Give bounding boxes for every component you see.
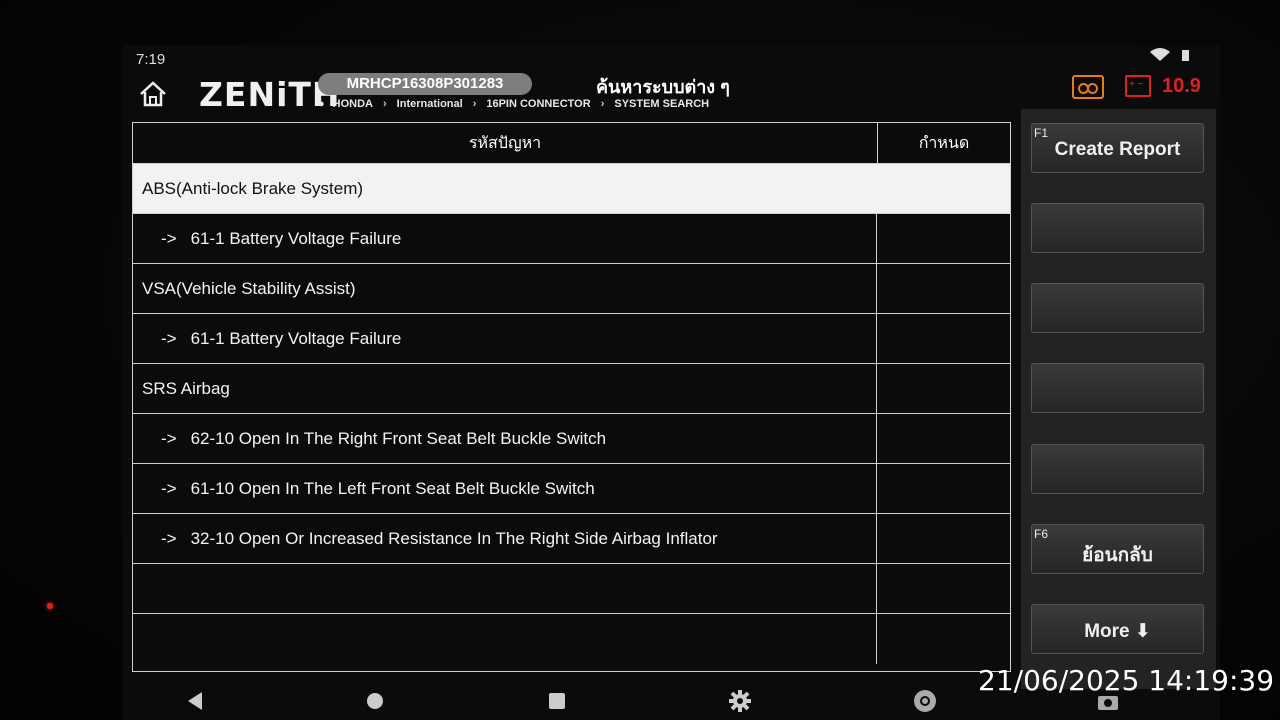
- function-button-label: Create Report: [1054, 139, 1181, 160]
- definition-cell: [877, 214, 1010, 263]
- page-title: ค้นหาระบบต่าง ๆ: [596, 77, 730, 97]
- code-text: 61-1 Battery Voltage Failure: [190, 328, 402, 348]
- vin-badge: MRHCP16308P301283: [318, 73, 532, 95]
- definition-cell: [877, 164, 1010, 213]
- code-cell: [133, 564, 877, 613]
- fault-code-row[interactable]: -> 32-10 Open Or Increased Resistance In …: [133, 514, 1010, 564]
- definition-cell: [877, 364, 1010, 413]
- definition-cell: [877, 514, 1010, 563]
- code-cell: -> 61-1 Battery Voltage Failure: [133, 214, 877, 263]
- definition-cell: [877, 564, 1010, 613]
- function-key-panel: F1 Create Report F6 ย้อนกลับ More ⬇: [1021, 109, 1216, 689]
- back-button[interactable]: F6 ย้อนกลับ: [1031, 524, 1204, 574]
- code-text: ABS(Anti-lock Brake System): [142, 178, 364, 198]
- code-text: 61-10 Open In The Left Front Seat Belt B…: [190, 478, 595, 498]
- recorder-icon[interactable]: [1072, 75, 1104, 99]
- function-key-label: F1: [1034, 126, 1049, 140]
- column-header-definition: กำหนด: [918, 134, 970, 152]
- system-row[interactable]: SRS Airbag: [133, 364, 1010, 414]
- f2-button[interactable]: [1031, 203, 1204, 253]
- chevron-right-icon: ›: [600, 98, 605, 110]
- battery-voltage: 10.9: [1162, 75, 1201, 97]
- definition-cell: [877, 314, 1010, 363]
- arrow-icon: ->: [161, 328, 177, 348]
- chevron-right-icon: ›: [383, 98, 387, 110]
- back-icon[interactable]: [182, 688, 208, 714]
- function-button-label: ย้อนกลับ: [1082, 545, 1153, 566]
- empty-row: [133, 614, 1010, 664]
- table-header-row: รหัสปัญหา กำหนด: [133, 123, 1010, 164]
- create-report-button[interactable]: F1 Create Report: [1031, 123, 1204, 173]
- fault-code-row[interactable]: -> 61-1 Battery Voltage Failure: [133, 314, 1010, 364]
- photo-timestamp: 21/06/2025 14:19:39: [978, 664, 1275, 697]
- fault-code-row[interactable]: -> 61-10 Open In The Left Front Seat Belt…: [133, 464, 1010, 514]
- breadcrumb-item-region[interactable]: International: [397, 98, 463, 110]
- status-bar: 7:19: [122, 45, 1220, 71]
- chrome-icon[interactable]: [912, 688, 938, 714]
- definition-cell: [877, 264, 1010, 313]
- code-cell: [133, 614, 877, 664]
- code-text: SRS Airbag: [142, 378, 230, 398]
- breadcrumb-item-make[interactable]: HONDA: [333, 98, 373, 110]
- code-cell: -> 61-1 Battery Voltage Failure: [133, 314, 877, 363]
- code-text: VSA(Vehicle Stability Assist): [142, 278, 356, 298]
- home-icon[interactable]: [136, 77, 170, 111]
- breadcrumb-item-current: SYSTEM SEARCH: [614, 98, 710, 110]
- breadcrumb: ● HONDA › International › 16PIN CONNECTO…: [318, 98, 709, 110]
- code-cell: ABS(Anti-lock Brake System): [133, 164, 877, 213]
- more-button[interactable]: More ⬇: [1031, 604, 1204, 654]
- function-key-label: F6: [1034, 527, 1049, 541]
- recents-square-icon[interactable]: [544, 688, 570, 714]
- breadcrumb-item-connector[interactable]: 16PIN CONNECTOR: [486, 98, 590, 110]
- f5-button[interactable]: [1031, 444, 1204, 494]
- dtc-table: รหัสปัญหา กำหนด ABS(Anti-lock Brake Syst…: [132, 122, 1011, 672]
- fault-code-row[interactable]: -> 62-10 Open In The Right Front Seat Bel…: [133, 414, 1010, 464]
- code-cell: SRS Airbag: [133, 364, 877, 413]
- code-text: 61-1 Battery Voltage Failure: [190, 228, 402, 248]
- code-cell: VSA(Vehicle Stability Assist): [133, 264, 877, 313]
- arrow-icon: ->: [161, 478, 177, 498]
- code-text: 32-10 Open Or Increased Resistance In Th…: [190, 528, 718, 548]
- tablet-screen: 7:19 ZENiTH MRHCP16308P301283 ค้นหาระบบต…: [122, 45, 1220, 720]
- indicator-led: [47, 603, 53, 609]
- status-clock: 7:19: [136, 51, 166, 68]
- chevron-right-icon: ›: [472, 98, 477, 110]
- home-circle-icon[interactable]: [362, 688, 388, 714]
- code-text: 62-10 Open In The Right Front Seat Belt …: [190, 428, 607, 448]
- code-cell: -> 61-10 Open In The Left Front Seat Belt…: [133, 464, 877, 513]
- function-button-label: More ⬇: [1084, 621, 1151, 642]
- arrow-icon: ->: [161, 228, 177, 248]
- code-cell: -> 62-10 Open In The Right Front Seat Bel…: [133, 414, 877, 463]
- arrow-icon: ->: [161, 428, 177, 448]
- fault-code-row[interactable]: -> 61-1 Battery Voltage Failure: [133, 214, 1010, 264]
- settings-gear-icon[interactable]: [727, 688, 753, 714]
- column-header-code: รหัสปัญหา: [133, 123, 878, 163]
- definition-cell: [877, 414, 1010, 463]
- location-pin-icon: ●: [318, 98, 325, 110]
- f3-button[interactable]: [1031, 283, 1204, 333]
- definition-cell: [877, 464, 1010, 513]
- system-row[interactable]: VSA(Vehicle Stability Assist): [133, 264, 1010, 314]
- system-row[interactable]: ABS(Anti-lock Brake System): [133, 164, 1010, 214]
- f4-button[interactable]: [1031, 363, 1204, 413]
- arrow-icon: ->: [161, 528, 177, 548]
- empty-row: [133, 564, 1010, 614]
- definition-cell: [877, 614, 1010, 664]
- wifi-battery-icon: [1148, 47, 1196, 67]
- code-cell: -> 32-10 Open Or Increased Resistance In …: [133, 514, 877, 563]
- car-battery-icon: [1125, 75, 1151, 97]
